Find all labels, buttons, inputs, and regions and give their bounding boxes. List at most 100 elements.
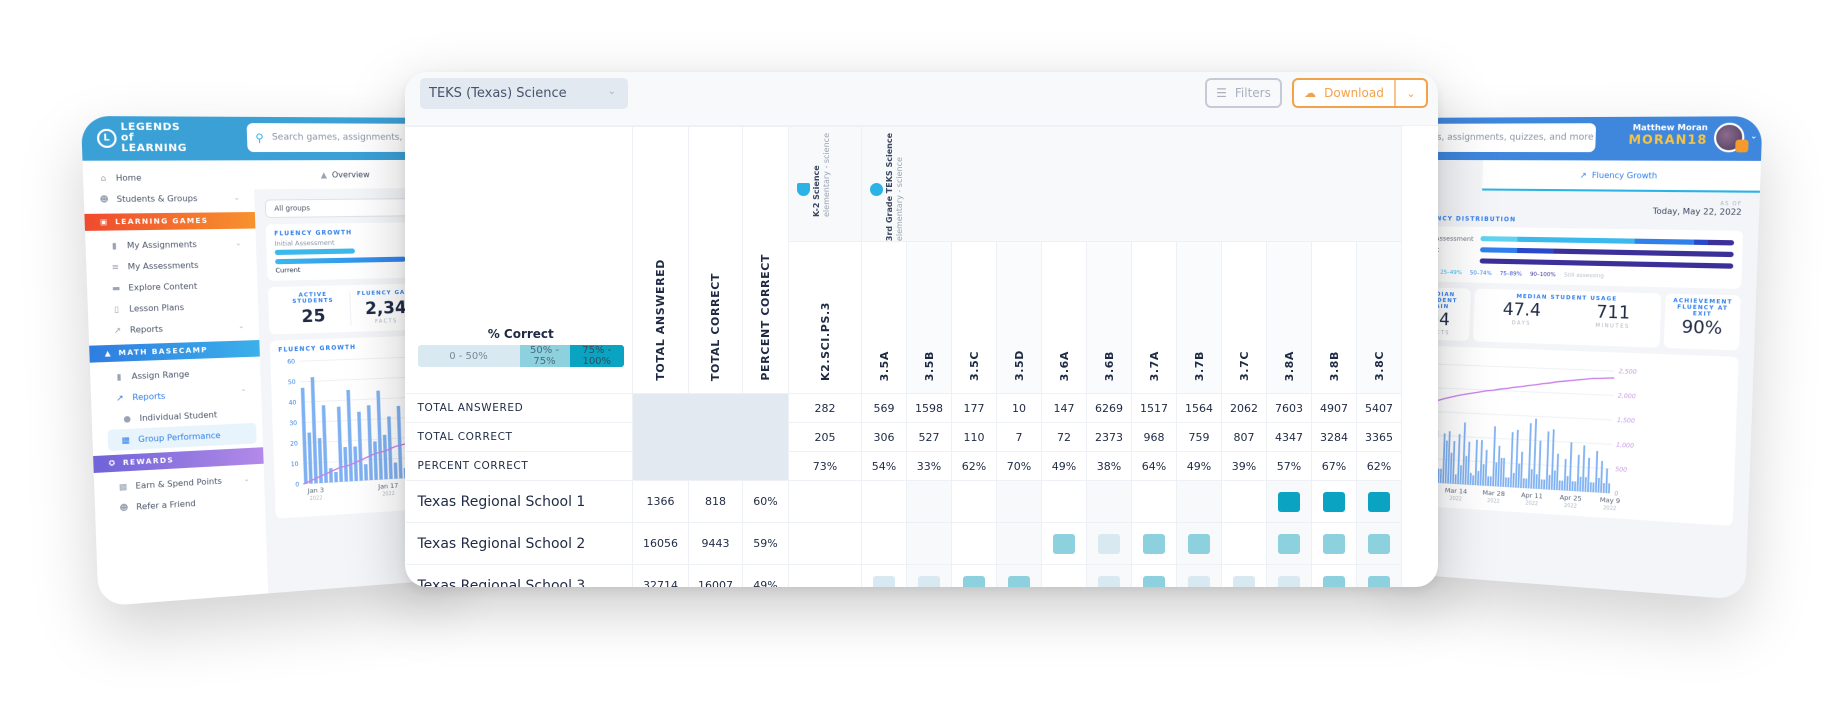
group-header-3rd-grade-teks: 3rd Grade TEKS Science elementary - scien… [861,125,1402,243]
heat-square-low[interactable] [1188,575,1210,587]
sidebar-item-label: Group Performance [138,430,221,444]
column-header-standard[interactable]: 3.7B [1176,241,1222,395]
column-header-standard[interactable]: 3.7A [1131,241,1177,395]
heat-square-high[interactable] [1278,491,1300,512]
chart-bar [1594,450,1599,493]
heat-square-mid[interactable] [1323,575,1345,587]
heat-square-mid[interactable] [1368,575,1390,587]
chart-bar [1520,451,1524,488]
sidebar-item-reports[interactable]: ↗ Reports ⌄ [88,315,259,341]
column-header-standard[interactable]: 3.7C [1221,241,1267,395]
y-tick-label: 20 [290,440,298,447]
column-header-standard[interactable]: 3.6B [1086,241,1132,395]
heat-square-low[interactable] [873,575,895,587]
standard-code: 3.6A [1057,350,1071,382]
sidebar-item-label: My Assignments [126,239,198,250]
user-info[interactable]: Matthew Moran MORAN18 [1628,123,1708,147]
sidebar-item-label: Earn & Spend Points [135,475,223,491]
download-options-chevron-icon[interactable]: ⌄ [1396,80,1426,106]
school-row[interactable]: Texas Regional School 2 16056 9443 59% [405,522,1402,566]
legend-item: 90–100% [1529,271,1556,279]
logo[interactable]: L LEGENDS of LEARNING [96,121,187,154]
heat-square-mid[interactable] [1368,533,1390,554]
group-select[interactable]: All groups [264,198,426,219]
heat-square-low[interactable] [1278,575,1300,587]
school-name: Texas Regional School 3 [405,564,633,587]
standard-code: 3.5A [877,350,891,382]
column-header-standard[interactable]: 3.8C [1356,241,1402,395]
heat-cell [1131,522,1177,566]
heat-cell [906,522,952,566]
chart-bar [1587,457,1591,492]
heat-square-mid[interactable] [1323,533,1345,554]
chevron-down-icon: ⌄ [607,86,616,97]
column-header-standard[interactable]: K2.SCI.PS.3 [788,241,862,395]
sidebar-item-label: Refer a Friend [136,498,196,512]
sidebar-item-label: Students & Groups [116,193,198,204]
heat-cell [1086,564,1132,587]
x-tick-label: May 9 [1600,496,1621,506]
heat-cell [861,480,907,524]
chart-bar [1522,478,1525,489]
heat-cell [1266,564,1312,587]
star-icon: ✪ [108,459,117,468]
column-header-percent-correct[interactable]: PERCENT CORRECT [742,125,789,395]
heat-cell [1311,480,1357,524]
school-row[interactable]: Texas Regional School 3 32714 16007 49% [405,564,1402,587]
sidebar-item-home[interactable]: ⌂ Home [83,167,254,189]
heat-square-mid[interactable] [1143,533,1165,554]
heat-square-high[interactable] [1368,491,1390,512]
heat-square-low[interactable] [918,575,940,587]
school-row[interactable]: Texas Regional School 1 1366 818 60% [405,480,1402,524]
column-header-standard[interactable]: 3.5C [951,241,997,395]
heat-cell [1176,480,1222,524]
summary-value: 49% [1041,451,1087,482]
heat-square-mid[interactable] [1188,533,1210,554]
column-header-total-answered[interactable]: TOTAL ANSWERED [632,125,689,395]
column-header-standard[interactable]: 3.8B [1311,241,1357,395]
list-icon: ≡ [111,261,120,272]
school-total-correct: 9443 [688,522,743,566]
summary-value: 759 [1176,422,1222,453]
document-icon: ▯ [114,303,120,314]
chart-bar [1512,472,1515,488]
stat-value: 47.4 [1502,299,1542,322]
download-button[interactable]: ☁ Download [1294,80,1396,106]
filters-button[interactable]: ☰ Filters [1205,78,1282,108]
column-header-standard[interactable]: 3.8A [1266,241,1312,395]
tab-fluency-growth[interactable]: ↗ Fluency Growth [1482,160,1761,193]
heat-square-mid[interactable] [1143,575,1165,587]
column-header-standard[interactable]: 3.5A [861,241,907,395]
heat-square-mid[interactable] [1278,533,1300,554]
school-percent-correct: 49% [742,564,789,587]
x-tick-label: Jan 17 [377,482,398,491]
standard-select[interactable]: TEKS (Texas) Science ⌄ [420,78,628,109]
standard-code: 3.8C [1372,351,1386,382]
column-header-standard[interactable]: 3.5D [996,241,1042,395]
x-tick-year: 2022 [1603,505,1616,512]
summary-value: 306 [861,422,907,453]
summary-value: 147 [1041,393,1087,424]
chevron-down-icon[interactable]: ⌄ [1750,131,1758,141]
school-total-answered: 16056 [632,522,689,566]
heat-square-low[interactable] [1233,575,1255,587]
sidebar-item-students-groups[interactable]: ☻ Students & Groups ⌄ [83,187,254,209]
heat-square-low[interactable] [1098,575,1120,587]
summary-value: 1598 [906,393,952,424]
heat-square-mid[interactable] [963,575,985,587]
heat-square-mid[interactable] [1053,533,1075,554]
chart-bar [1584,477,1587,492]
chart-bar [357,411,364,481]
heat-square-low[interactable] [1098,533,1120,554]
column-header-total-correct[interactable]: TOTAL CORRECT [688,125,743,395]
heat-square-mid[interactable] [1008,575,1030,587]
sidebar-item-label: Home [115,172,142,183]
fluency-distribution-panel: Initial Assessment Current 0–24% 25–49% … [1410,225,1744,290]
search-input[interactable]: Search games, assignments, quizzes, and … [1414,123,1597,153]
heat-cell [996,480,1042,524]
y-tick-label: 50 [288,379,296,386]
column-header-standard[interactable]: 3.6A [1041,241,1087,395]
column-header-standard[interactable]: 3.5B [906,241,952,395]
summary-blank-cell [632,393,789,482]
heat-square-high[interactable] [1323,491,1345,512]
